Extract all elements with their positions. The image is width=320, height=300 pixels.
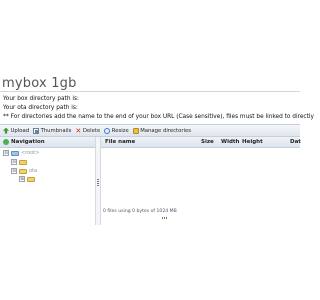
upload-icon [3,127,9,134]
delete-label: Delete [82,127,101,134]
folder-icon [19,168,27,174]
navigation-title: Navigation [11,139,45,145]
resize-button[interactable]: Resize [104,127,129,134]
thumbnails-button[interactable]: Thumbnails [33,127,72,134]
resize-icon [104,127,111,134]
manage-directories-label: Manage directories [140,127,192,134]
folder-icon [27,176,35,182]
collapse-toggle-icon[interactable]: ⊟ [3,150,9,156]
toolbar: Upload Thumbnails ✕ Delete Resize Manage… [0,124,300,137]
tree-node-root[interactable]: ⊟ <root> [3,150,39,156]
tree-node-ota[interactable]: ⊟ ota [11,168,37,174]
thumbnails-label: Thumbnails [40,127,72,134]
root-folder-icon [11,150,19,156]
folder-icon [19,159,27,165]
upload-button[interactable]: Upload [3,127,30,134]
collapse-toggle-icon[interactable]: ⊟ [11,168,17,174]
resize-label: Resize [111,127,129,134]
delete-icon: ✕ [75,126,82,135]
expand-toggle-icon[interactable]: ⊞ [19,176,25,182]
tree-node-folder[interactable]: ⊟ [11,159,29,165]
column-height[interactable]: Height [242,139,263,145]
navigation-tree: ⊟ <root> ⊟ ⊟ ota ⊞ [0,148,95,223]
tree-node-label: ota [29,168,38,174]
box-path-label: Your box directory path is: [3,96,79,102]
resize-grip-icon[interactable] [162,217,168,219]
delete-button[interactable]: ✕ Delete [75,126,101,135]
file-list-header: File name Size Width Height Dat [101,137,301,148]
panel-splitter[interactable] [95,137,101,225]
column-file-name[interactable]: File name [105,139,135,145]
column-date[interactable]: Dat [290,139,301,145]
navigation-header: Navigation [0,137,95,148]
thumbnails-icon [33,127,40,134]
file-status: 0 files using 0 bytes of 1024 MB [103,209,177,214]
ota-path-label: Your ota directory path is: [3,105,78,111]
manage-directories-button[interactable]: Manage directories [132,127,192,134]
collapse-toggle-icon[interactable]: ⊟ [11,159,17,165]
tree-node-subfolder[interactable]: ⊞ [19,176,37,182]
tree-node-label: <root> [21,150,40,156]
title-divider [0,91,300,92]
page-title: mybox 1gb [2,76,77,91]
directory-note: ** For directories add the name to the e… [3,114,314,120]
upload-label: Upload [10,127,30,134]
manage-directories-icon [132,127,139,134]
column-width[interactable]: Width [221,139,239,145]
splitter-grip-icon[interactable] [97,179,99,187]
column-size[interactable]: Size [201,139,214,145]
navigation-icon [3,139,9,145]
